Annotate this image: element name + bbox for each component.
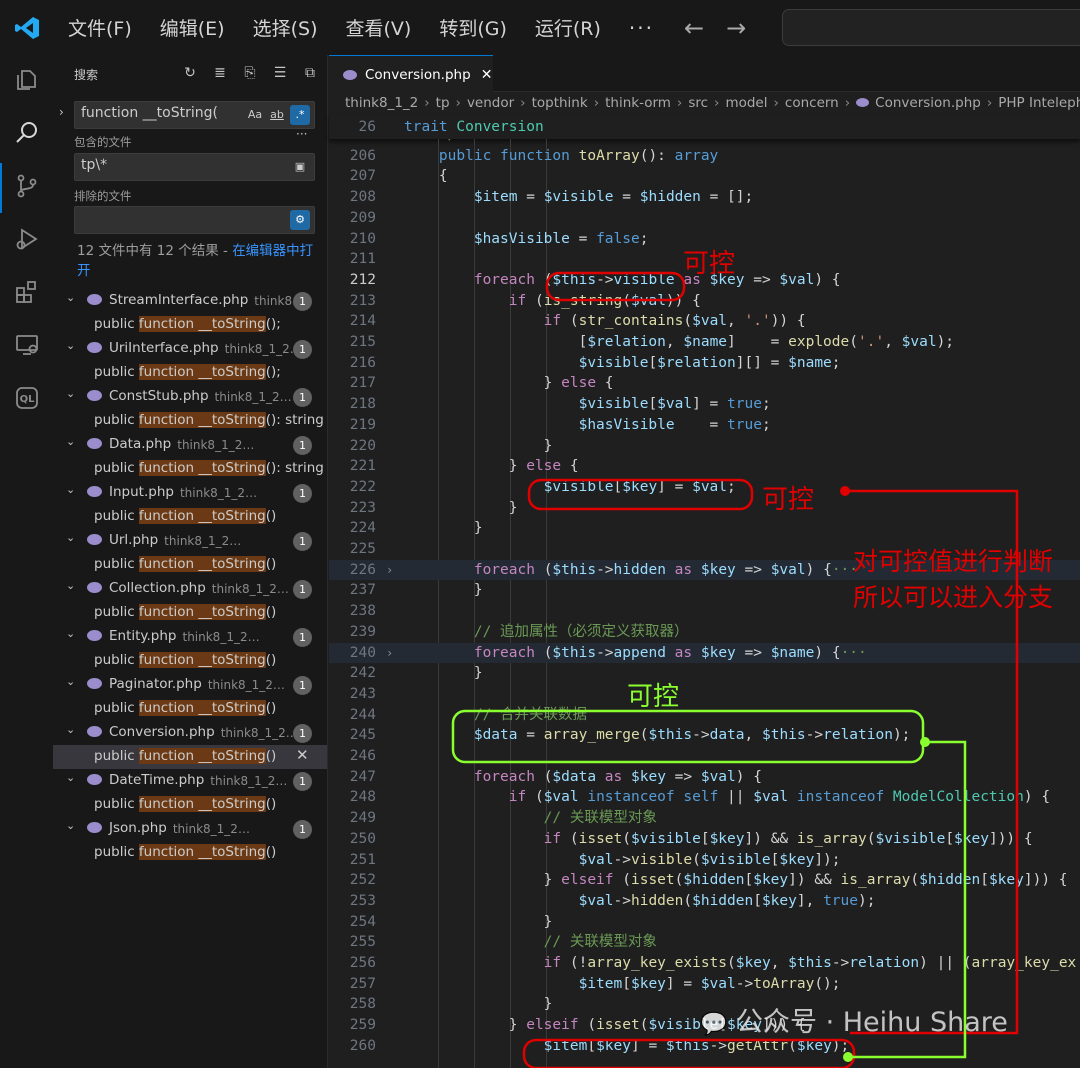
annotation-judgement-line1: 对可控值进行判断 bbox=[853, 547, 1054, 576]
annotation-controllable-1: 可控 bbox=[683, 249, 736, 279]
annotation-controllable-3: 可控 bbox=[627, 682, 680, 712]
annotation-judgement-line2: 所以可以进入分支 bbox=[853, 583, 1054, 612]
red-box-visible bbox=[545, 271, 686, 302]
annotation-controllable-2: 可控 bbox=[762, 485, 815, 515]
annotation-overlay bbox=[451, 271, 1019, 1068]
watermark-text: 公众号 · Heihu Share bbox=[736, 1007, 1008, 1038]
green-connector-dot bbox=[920, 737, 930, 747]
green-box-array-merge bbox=[451, 709, 925, 764]
red-box-visible-assign bbox=[527, 478, 754, 511]
green-connector-end-dot bbox=[843, 1052, 853, 1062]
wechat-icon: 💬 bbox=[700, 1012, 728, 1037]
watermark: 💬 公众号 · Heihu Share bbox=[700, 1000, 1008, 1039]
red-box-getattr bbox=[522, 1038, 856, 1068]
red-connector-dot bbox=[840, 486, 850, 496]
